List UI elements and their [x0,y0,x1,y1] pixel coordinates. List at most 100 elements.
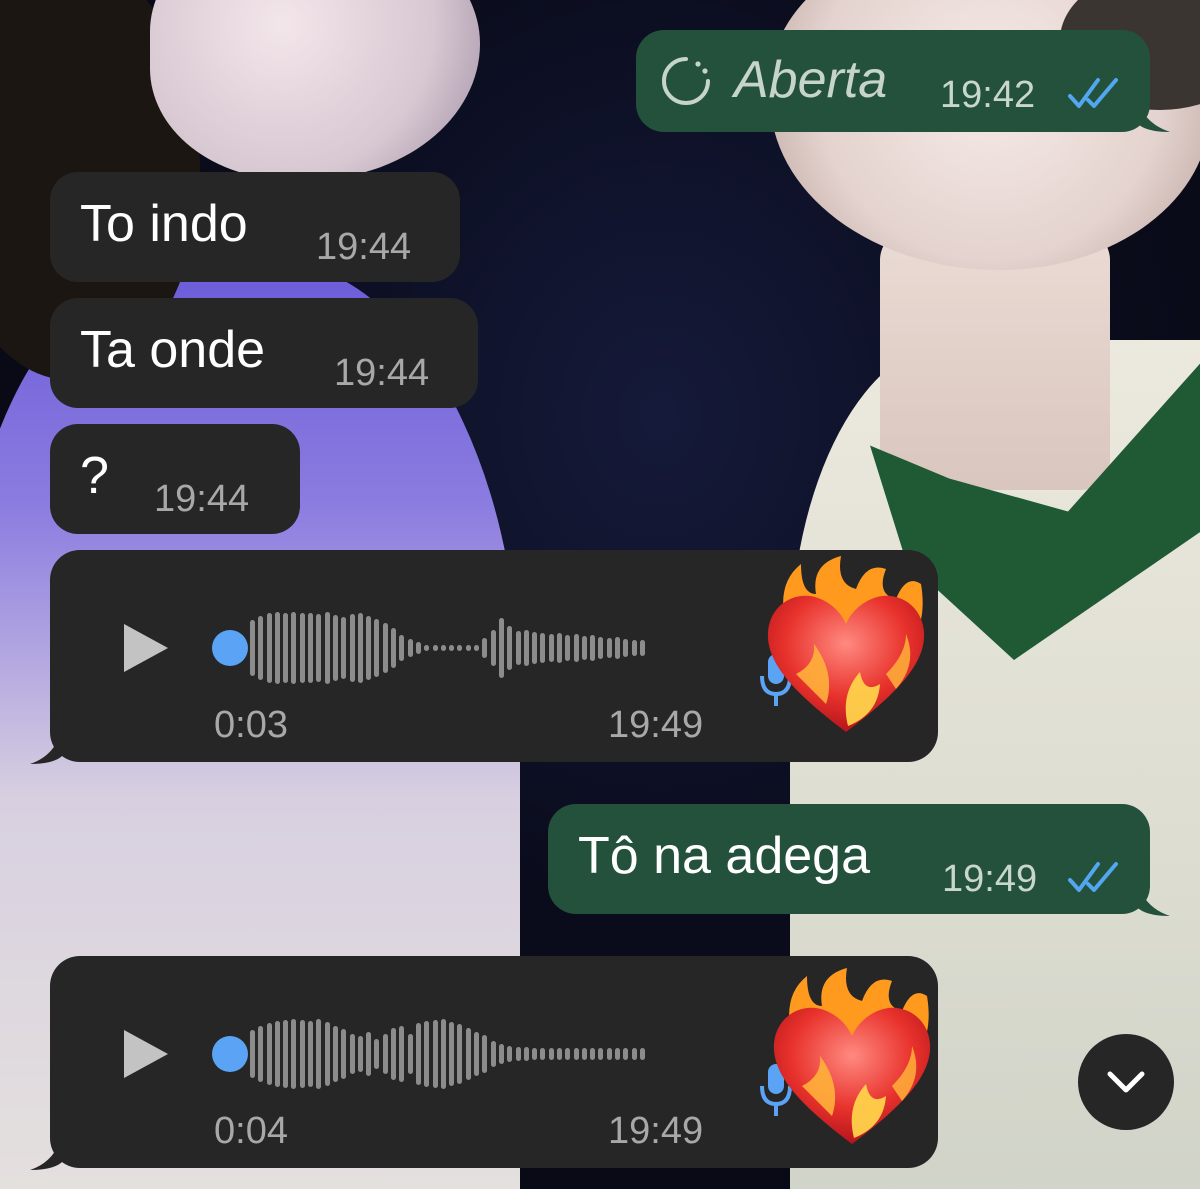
bubble-tail [1136,92,1170,132]
waveform-bar [415,1023,421,1085]
waveform-bar [258,616,264,680]
waveform-bar [498,618,504,678]
waveform-bar [399,635,405,661]
message-bubble-incoming[interactable]: To indo 19:44 [50,172,460,282]
waveform-bar [581,1048,587,1060]
message-time: 19:49 [942,858,1038,900]
play-icon[interactable] [122,622,170,674]
waveform[interactable] [250,608,648,688]
waveform-bar [532,1048,538,1060]
waveform-bar [432,645,438,651]
waveform-bar [532,632,538,664]
scroll-to-bottom-button[interactable] [1078,1034,1174,1130]
waveform-bar [474,1032,480,1076]
waveform-bar [515,1047,521,1061]
waveform-bar [598,1048,604,1060]
waveform-bar [366,616,372,680]
waveform-bar [250,620,255,676]
waveform-bar [523,630,529,666]
waveform-bar [324,1022,330,1086]
message-text: To indo [80,195,248,253]
bubble-tail [30,718,64,764]
message-bubble-outgoing[interactable]: Aberta 19:42 [636,30,1170,132]
waveform-bar [639,1048,645,1060]
message-time: 19:49 [608,1110,704,1152]
playhead[interactable] [212,630,248,666]
heart-on-fire-reaction-icon [767,556,925,732]
double-check-icon [1068,78,1118,108]
voice-message-bubble[interactable]: 0:03 19:49 [30,550,938,764]
waveform-bar [258,1026,264,1082]
waveform-bar [357,613,363,683]
waveform-bar [391,1028,397,1080]
waveform-bar [590,635,596,661]
waveform-bar [565,1048,571,1060]
waveform-bar [507,626,513,670]
waveform-bar [391,628,397,668]
waveform-bar [324,612,330,684]
waveform-bar [316,614,322,682]
message-text: Ta onde [80,321,266,379]
waveform-bar [449,645,455,651]
waveform-bar [407,1034,413,1074]
bubble-tail [30,1124,64,1170]
waveform-bar [507,1046,513,1062]
play-icon[interactable] [122,1028,170,1080]
waveform-bar [606,638,612,658]
waveform-bar [382,1034,388,1074]
waveform-bar [283,1020,289,1088]
waveform-bar [332,615,338,681]
message-bubble-outgoing[interactable]: Tô na adega 19:49 [548,804,1170,916]
waveform-bar [556,1048,562,1060]
waveform-bar [308,613,314,683]
voice-duration: 0:04 [214,1110,288,1152]
message-bubble-incoming[interactable]: Ta onde 19:44 [50,298,478,408]
waveform-bar [374,1039,380,1069]
waveform-bar [515,631,521,665]
waveform-bar [291,1019,297,1089]
waveform-bar [316,1019,322,1089]
waveform-bar [407,639,413,657]
waveform-bar [598,637,604,659]
message-time: 19:49 [608,704,704,746]
waveform-bar [274,612,280,684]
waveform-bar [639,640,645,656]
waveform-bar [291,612,297,684]
waveform-bar [399,1026,405,1082]
waveform-bar [523,1047,529,1061]
waveform-bar [382,623,388,673]
waveform-bar [349,614,355,682]
waveform-bar [424,645,430,651]
waveform-bar [590,1048,596,1060]
waveform-bar [482,1035,488,1073]
waveform-bar [299,1020,305,1088]
waveform-bar [374,619,380,677]
waveform-bar [440,1019,446,1089]
waveform-bar [440,645,446,651]
waveform-bar [631,1048,637,1060]
waveform-bar [357,1036,363,1072]
message-bubble-incoming[interactable]: ? 19:44 [50,424,300,534]
waveform-bar [432,1020,438,1088]
waveform-bar [341,1029,347,1079]
message-time: 19:44 [154,478,250,520]
waveform-bar [415,642,421,654]
voice-message-bubble[interactable]: 0:04 19:49 [30,956,938,1170]
heart-on-fire-reaction-icon [773,968,931,1144]
voice-duration: 0:03 [214,704,288,746]
waveform-bar [424,1021,430,1087]
waveform-bar [556,633,562,663]
waveform-bar [615,1048,621,1060]
double-check-icon [1068,862,1118,892]
waveform-bar [548,1048,554,1060]
waveform-bar [631,640,637,656]
waveform-bar [581,636,587,660]
message-time: 19:42 [940,74,1036,116]
waveform[interactable] [250,1014,648,1094]
waveform-bar [283,613,289,683]
playhead[interactable] [212,1036,248,1072]
waveform-bar [274,1021,280,1087]
waveform-bar [474,645,480,651]
waveform-bar [540,1048,546,1060]
message-text: Tô na adega [578,827,871,885]
